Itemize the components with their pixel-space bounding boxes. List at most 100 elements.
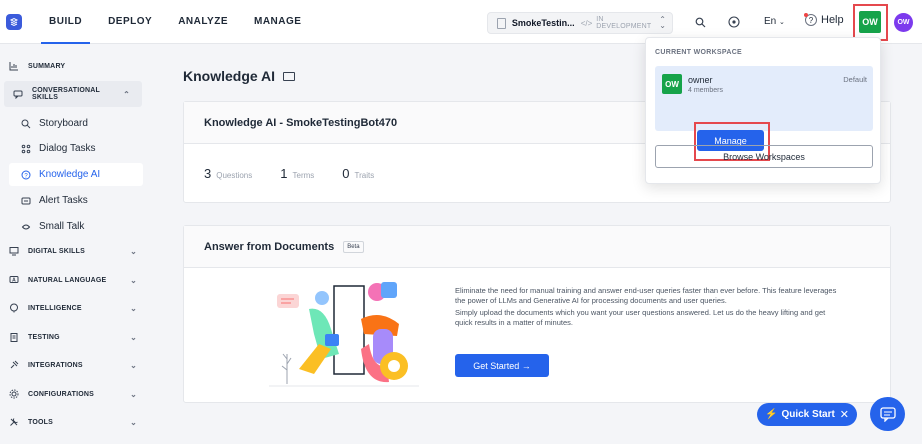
app-logo-icon[interactable] <box>6 13 22 30</box>
chevron-down-icon: ⌄ <box>130 303 137 313</box>
sidebar-item-tools[interactable]: TOOLS ⌄ <box>0 409 149 435</box>
tab-analyze[interactable]: ANALYZE <box>178 0 228 44</box>
sidebar: SUMMARY CONVERSATIONAL SKILLS ⌃ Storyboa… <box>0 45 149 444</box>
brain-icon <box>9 303 19 313</box>
gear-icon <box>9 389 19 399</box>
stat-terms[interactable]: 1 Terms <box>280 166 314 181</box>
get-started-button[interactable]: Get Started → <box>455 354 549 377</box>
sidebar-item-label: INTEGRATIONS <box>28 361 83 369</box>
svg-text:A: A <box>12 278 16 284</box>
beta-badge: Beta <box>343 240 364 253</box>
sidebar-item-label: Knowledge AI <box>39 169 101 180</box>
bot-name: SmokeTestin... <box>511 18 575 28</box>
chevron-down-icon: ⌄ <box>130 360 137 370</box>
chevron-up-icon: ⌃ <box>123 89 130 99</box>
docs-description-p1: Eliminate the need for manual training a… <box>455 286 837 305</box>
sidebar-item-knowledge-ai[interactable]: ? Knowledge AI <box>9 163 143 186</box>
page-title: Knowledge AI <box>183 68 296 84</box>
sidebar-item-conversational-skills[interactable]: CONVERSATIONAL SKILLS ⌃ <box>4 81 142 107</box>
tab-manage[interactable]: MANAGE <box>254 0 301 44</box>
workspace-members: 4 members <box>688 87 724 94</box>
monitor-icon <box>9 246 19 256</box>
workspace-avatar[interactable]: OW <box>859 11 881 33</box>
sidebar-item-label: SUMMARY <box>28 62 66 70</box>
plug-icon <box>9 360 19 370</box>
code-icon: </> <box>580 18 593 28</box>
chat-bubble-icon <box>13 89 23 99</box>
sidebar-item-label: CONVERSATIONAL SKILLS <box>32 87 100 101</box>
docs-description: Eliminate the need for manual training a… <box>455 286 840 328</box>
stat-traits[interactable]: 0 Traits <box>342 166 374 181</box>
chevron-down-icon: ⌄ <box>779 19 785 26</box>
tab-build[interactable]: BUILD <box>40 0 91 44</box>
quick-start-label: Quick Start <box>781 409 835 420</box>
chevron-down-icon: ⌄ <box>130 389 137 399</box>
workspace-caption: CURRENT WORKSPACE <box>655 49 743 56</box>
question-circle-icon: ? <box>21 170 31 180</box>
sidebar-item-storyboard[interactable]: Storyboard <box>9 112 143 135</box>
lightning-icon: ⚡ <box>765 409 778 420</box>
stat-value: 3 <box>204 165 212 181</box>
sidebar-item-label: INTELLIGENCE <box>28 304 82 312</box>
stat-questions[interactable]: 3 Questions <box>204 166 252 181</box>
documents-illustration <box>269 282 419 387</box>
search-icon <box>21 119 31 129</box>
help-icon: ? <box>804 13 817 26</box>
current-workspace-card[interactable]: OW owner 4 members Default Manage <box>655 66 873 161</box>
workspace-avatar: OW <box>662 74 682 94</box>
workspace-dropdown: CURRENT WORKSPACE OW owner 4 members Def… <box>645 37 881 184</box>
sidebar-item-label: TOOLS <box>28 418 53 426</box>
quick-start-button[interactable]: ⚡ Quick Start ✕ <box>757 403 857 426</box>
alert-icon <box>21 196 31 206</box>
stat-label: Traits <box>354 170 375 180</box>
language-selector[interactable]: En ⌄ <box>764 16 785 27</box>
play-circle-icon[interactable] <box>727 15 741 29</box>
chat-icon <box>879 406 896 422</box>
sidebar-item-intelligence[interactable]: INTELLIGENCE ⌄ <box>0 295 149 321</box>
sidebar-item-digital-skills[interactable]: DIGITAL SKILLS ⌄ <box>0 238 149 264</box>
user-avatar[interactable]: OW <box>894 13 913 32</box>
sidebar-item-configurations[interactable]: CONFIGURATIONS ⌄ <box>0 381 149 407</box>
sidebar-item-testing[interactable]: TESTING ⌄ <box>0 324 149 350</box>
sidebar-item-label: Storyboard <box>39 118 88 129</box>
sidebar-item-label: Dialog Tasks <box>39 143 96 154</box>
browse-workspaces-button[interactable]: Browse Workspaces <box>655 145 873 168</box>
stat-label: Questions <box>216 170 253 180</box>
chevron-down-icon: ⌄ <box>130 417 137 427</box>
workspace-name: owner <box>688 75 713 85</box>
close-icon[interactable]: ✕ <box>840 408 849 421</box>
chevron-down-icon: ⌄ <box>130 246 137 256</box>
sidebar-item-small-talk[interactable]: Small Talk <box>9 215 143 238</box>
sidebar-item-label: Small Talk <box>39 221 85 232</box>
bot-status: IN DEVELOPMENT <box>596 16 652 30</box>
sidebar-item-label: Alert Tasks <box>39 195 88 206</box>
sidebar-item-natural-language[interactable]: A NATURAL LANGUAGE ⌄ <box>0 267 149 293</box>
docs-card-header: Answer from Documents Beta <box>184 226 890 268</box>
default-label: Default <box>843 75 867 84</box>
sidebar-item-alert-tasks[interactable]: Alert Tasks <box>9 189 143 212</box>
flow-icon <box>21 144 31 154</box>
bar-chart-icon <box>9 61 19 71</box>
sidebar-item-label: DIGITAL SKILLS <box>28 247 85 255</box>
stat-value: 1 <box>280 165 288 181</box>
sidebar-item-label: NATURAL LANGUAGE <box>28 276 107 284</box>
answer-from-documents-card: Answer from Documents Beta Eliminate the… <box>183 225 891 403</box>
chevron-down-icon: ⌄ <box>130 332 137 342</box>
chat-widget-button[interactable] <box>870 397 905 431</box>
sidebar-item-summary[interactable]: SUMMARY <box>0 53 149 79</box>
tab-deploy[interactable]: DEPLOY <box>108 0 152 44</box>
language-icon: A <box>9 275 19 285</box>
bot-selector[interactable]: SmokeTestin... </> IN DEVELOPMENT ⌃ ⌄ <box>487 12 673 34</box>
stat-label: Terms <box>292 170 315 180</box>
page-title-text: Knowledge AI <box>183 68 276 84</box>
small-talk-icon <box>21 222 31 232</box>
stat-value: 0 <box>342 165 350 181</box>
sidebar-item-dialog-tasks[interactable]: Dialog Tasks <box>9 137 143 160</box>
language-label: En <box>764 16 777 27</box>
book-icon[interactable] <box>283 71 296 81</box>
sidebar-item-integrations[interactable]: INTEGRATIONS ⌄ <box>0 352 149 378</box>
clipboard-icon <box>9 332 19 342</box>
sidebar-item-label: TESTING <box>28 333 60 341</box>
search-icon[interactable] <box>693 15 707 29</box>
help-button[interactable]: ? Help <box>804 13 844 26</box>
